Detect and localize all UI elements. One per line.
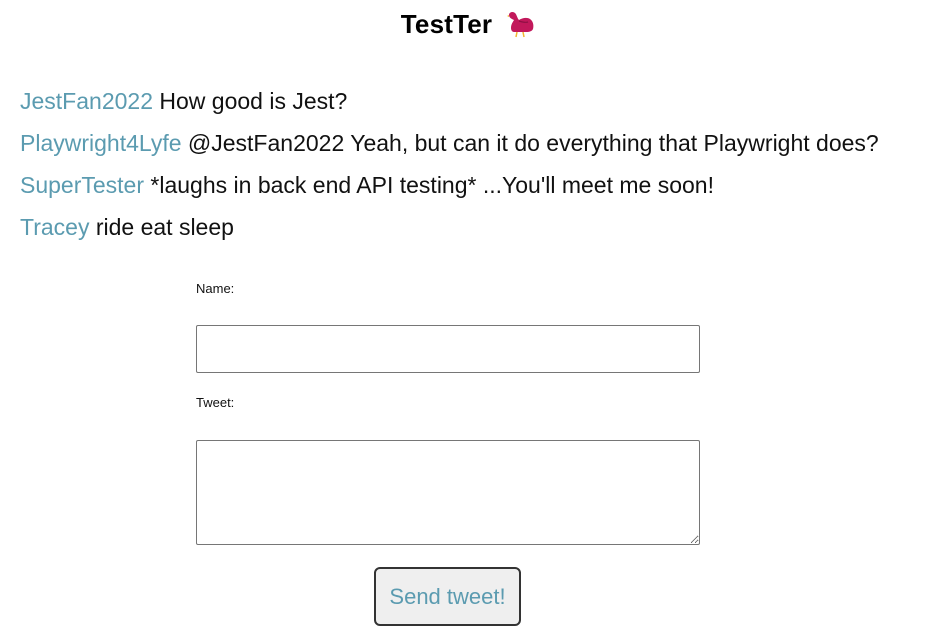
name-label: Name:	[196, 281, 235, 296]
tweet-author-link[interactable]: JestFan2022	[20, 88, 153, 114]
tweet-list: JestFan2022 How good is Jest? Playwright…	[20, 80, 930, 248]
tweet-text: ride eat sleep	[95, 214, 234, 240]
tweet-author-link[interactable]: Tracey	[20, 214, 89, 240]
tweet-author-link[interactable]: SuperTester	[20, 172, 144, 198]
tweet-item: Tracey ride eat sleep	[20, 206, 930, 248]
header: TestTer	[0, 4, 937, 44]
tweet-text: How good is Jest?	[159, 88, 348, 114]
tweet-label: Tweet:	[196, 395, 235, 410]
tweet-item: SuperTester *laughs in back end API test…	[20, 164, 930, 206]
tweet-text: @JestFan2022 Yeah, but can it do everyth…	[187, 130, 879, 156]
page-title: TestTer	[400, 8, 493, 39]
tweet-text: *laughs in back end API testing* ...You'…	[150, 172, 714, 198]
tweet-author-link[interactable]: Playwright4Lyfe	[20, 130, 182, 156]
tweet-textarea[interactable]	[196, 440, 700, 545]
bird-icon	[507, 11, 534, 38]
tweet-item: JestFan2022 How good is Jest?	[20, 80, 930, 122]
tweet-item: Playwright4Lyfe @JestFan2022 Yeah, but c…	[20, 122, 930, 164]
app-root: TestTer JestFan2022 How good is Jest? Pl…	[0, 0, 937, 631]
name-input[interactable]	[196, 325, 700, 373]
send-tweet-button[interactable]: Send tweet!	[374, 567, 521, 626]
